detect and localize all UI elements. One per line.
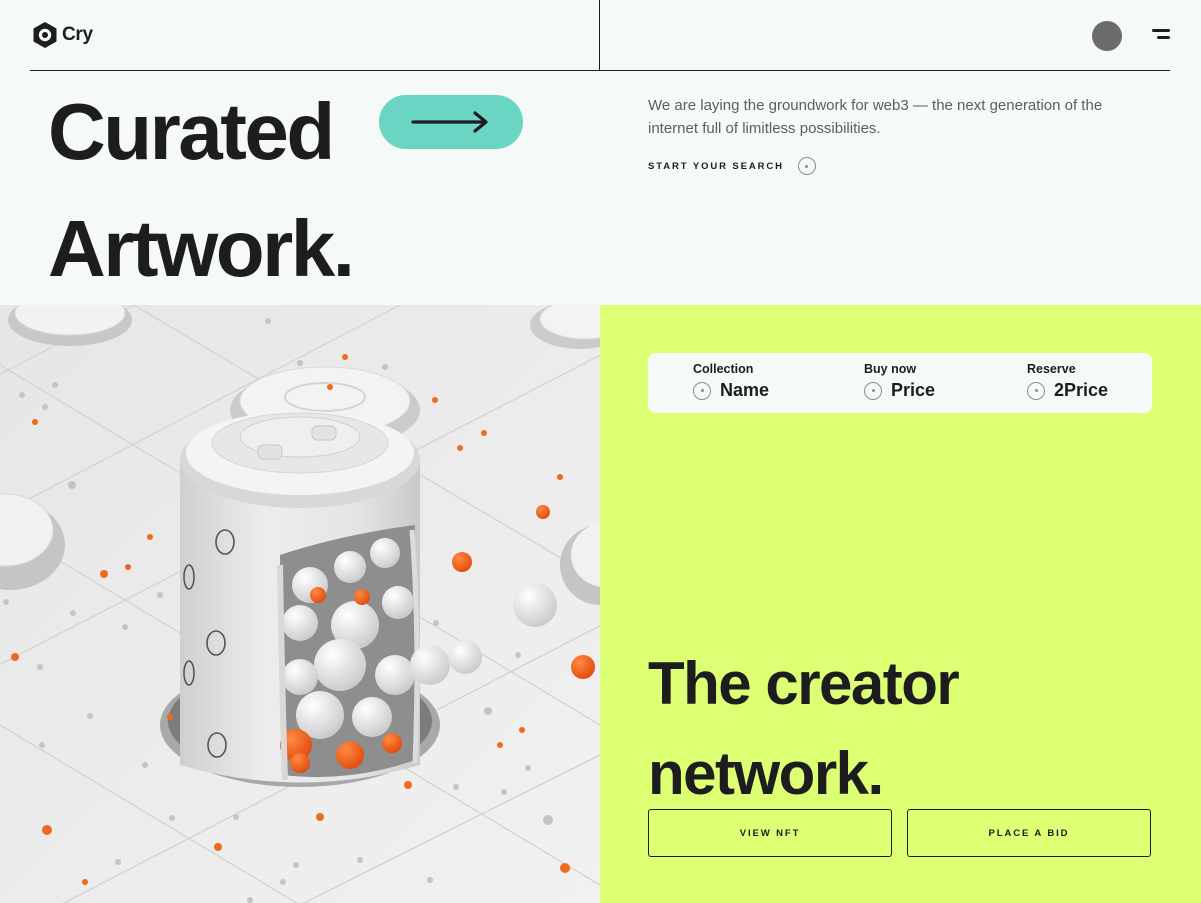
creator-panel: Collection Name Buy now Price Reserve 2P… xyxy=(600,305,1201,903)
radio-circle-icon xyxy=(864,381,882,400)
artwork-image xyxy=(0,305,600,903)
filter-value: Price xyxy=(891,380,936,400)
arrow-button[interactable] xyxy=(379,95,523,149)
filter-value: Name xyxy=(720,380,770,400)
header-divider xyxy=(599,0,600,70)
filter-label: Collection xyxy=(693,362,754,376)
filter-reserve[interactable]: Reserve 2Price xyxy=(1027,362,1108,401)
hero-title-line-1: Curated xyxy=(48,87,335,176)
menu-icon-line xyxy=(1152,29,1170,32)
radio-circle-icon xyxy=(797,157,816,175)
creator-title-line-2: network. xyxy=(648,740,884,807)
filter-label: Reserve xyxy=(1027,362,1076,376)
menu-icon-line xyxy=(1157,36,1170,39)
3d-render-image xyxy=(0,305,600,903)
arrow-right-icon xyxy=(411,111,488,133)
filter-collection[interactable]: Collection Name xyxy=(693,362,769,401)
menu-button[interactable] xyxy=(1150,27,1172,43)
logo[interactable]: Cry xyxy=(32,21,93,49)
hero-description: We are laying the groundwork for web3 — … xyxy=(648,97,1103,137)
filter-bar: Collection Name Buy now Price Reserve 2P… xyxy=(648,353,1152,413)
radio-circle-icon xyxy=(1027,381,1045,400)
place-bid-button[interactable]: PLACE A BID xyxy=(907,809,1151,857)
filter-label: Buy now xyxy=(864,362,917,376)
logo-text: Cry xyxy=(62,24,93,45)
hero-title-line-2: Artwork. xyxy=(48,204,355,293)
avatar[interactable] xyxy=(1092,21,1122,51)
view-nft-button[interactable]: VIEW NFT xyxy=(648,809,892,857)
filter-buy-now[interactable]: Buy now Price xyxy=(864,362,935,401)
start-search-label: START YOUR SEARCH xyxy=(648,160,784,172)
site-header: Cry xyxy=(0,0,1201,71)
creator-title-line-1: The creator xyxy=(648,650,960,717)
creator-title: The creator network. xyxy=(648,639,960,819)
header-underline xyxy=(30,70,1170,71)
start-search-link[interactable]: START YOUR SEARCH xyxy=(648,157,816,175)
radio-circle-icon xyxy=(693,381,711,400)
filter-value: 2Price xyxy=(1054,380,1109,400)
logo-icon xyxy=(33,22,57,48)
